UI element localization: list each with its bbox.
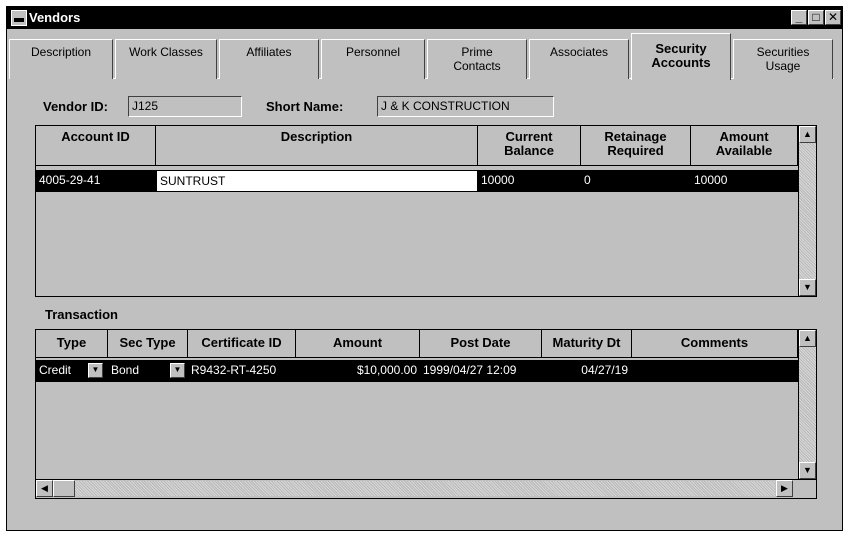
table-row[interactable]: Credit ▼ Bond ▼ R9432-RT-4250 $10,000.00…	[36, 360, 798, 382]
amount-cell: $10,000.00	[356, 363, 417, 377]
type-dropdown-icon[interactable]: ▼	[88, 363, 103, 378]
scroll-down-icon[interactable]: ▼	[799, 279, 816, 296]
col-amount[interactable]: Amount	[296, 330, 420, 358]
tab-affiliates[interactable]: Affiliates	[219, 39, 319, 79]
col-account-id[interactable]: Account ID	[36, 126, 156, 166]
tab-prime-contacts[interactable]: Prime Contacts	[427, 39, 527, 79]
accounts-vscroll[interactable]: ▲ ▼	[798, 126, 816, 296]
scroll-right-icon[interactable]: ▶	[776, 480, 793, 497]
window-title: Vendors	[29, 10, 81, 25]
transaction-grid: Type Sec Type Certificate ID Amount Post…	[35, 329, 817, 499]
col-amount-available[interactable]: Amount Available	[691, 126, 798, 166]
transaction-label: Transaction	[45, 307, 118, 322]
tab-securities-usage[interactable]: Securities Usage	[733, 39, 833, 79]
tab-personnel[interactable]: Personnel	[321, 39, 425, 79]
minimize-button[interactable]: _	[791, 10, 807, 25]
hscroll-track[interactable]	[75, 481, 775, 496]
transaction-hscroll[interactable]: ◀ ▶	[36, 479, 816, 497]
scroll-up-icon[interactable]: ▲	[799, 126, 816, 143]
transaction-vscroll[interactable]: ▲ ▼	[798, 330, 816, 479]
current-balance-cell: 10000	[481, 173, 515, 187]
tab-security-accounts[interactable]: Security Accounts	[631, 33, 731, 80]
tab-work-classes[interactable]: Work Classes	[115, 39, 217, 79]
certificate-id-cell: R9432-RT-4250	[191, 363, 277, 377]
col-certificate-id[interactable]: Certificate ID	[188, 330, 296, 358]
security-accounts-panel: Vendor ID: J125 Short Name: J & K CONSTR…	[11, 79, 837, 527]
title-bar[interactable]: Vendors _ □ ✕	[7, 7, 842, 29]
accounts-grid: Account ID Description Current Balance R…	[35, 125, 817, 297]
account-id-cell: 4005-29-41	[39, 173, 101, 187]
maturity-dt-cell: 04/27/19	[581, 363, 628, 377]
tab-associates[interactable]: Associates	[529, 39, 629, 79]
scroll-left-icon[interactable]: ◀	[36, 480, 53, 497]
scroll-down-icon[interactable]: ▼	[799, 462, 816, 479]
table-row[interactable]: 4005-29-41 SUNTRUST 10000 0 10000	[36, 170, 798, 192]
tab-description[interactable]: Description	[9, 39, 113, 79]
vendor-id-label: Vendor ID:	[43, 99, 109, 114]
scroll-thumb[interactable]	[53, 480, 75, 497]
short-name-field[interactable]: J & K CONSTRUCTION	[377, 96, 554, 117]
comments-cell	[632, 360, 798, 382]
app-icon	[11, 10, 27, 26]
post-date-cell: 1999/04/27 12:09	[423, 363, 517, 377]
close-button[interactable]: ✕	[825, 10, 841, 25]
maximize-button[interactable]: □	[808, 10, 824, 25]
vendors-window: Vendors _ □ ✕ Description Work Classes A…	[6, 6, 843, 531]
col-comments[interactable]: Comments	[632, 330, 798, 358]
scroll-track[interactable]	[799, 347, 816, 462]
tab-bar: Description Work Classes Affiliates Pers…	[9, 33, 840, 80]
scroll-up-icon[interactable]: ▲	[799, 330, 816, 347]
col-sec-type[interactable]: Sec Type	[108, 330, 188, 358]
col-maturity-dt[interactable]: Maturity Dt	[542, 330, 632, 358]
sec-type-dropdown-icon[interactable]: ▼	[170, 363, 185, 378]
description-cell[interactable]: SUNTRUST	[156, 170, 478, 192]
amount-available-cell: 10000	[694, 173, 728, 187]
col-retainage-required[interactable]: Retainage Required	[581, 126, 691, 166]
col-current-balance[interactable]: Current Balance	[478, 126, 581, 166]
col-description[interactable]: Description	[156, 126, 478, 166]
vendor-id-field[interactable]: J125	[128, 96, 242, 117]
short-name-label: Short Name:	[266, 99, 344, 114]
col-post-date[interactable]: Post Date	[420, 330, 542, 358]
scroll-track[interactable]	[799, 143, 816, 279]
col-type[interactable]: Type	[36, 330, 108, 358]
retainage-cell: 0	[584, 173, 591, 187]
